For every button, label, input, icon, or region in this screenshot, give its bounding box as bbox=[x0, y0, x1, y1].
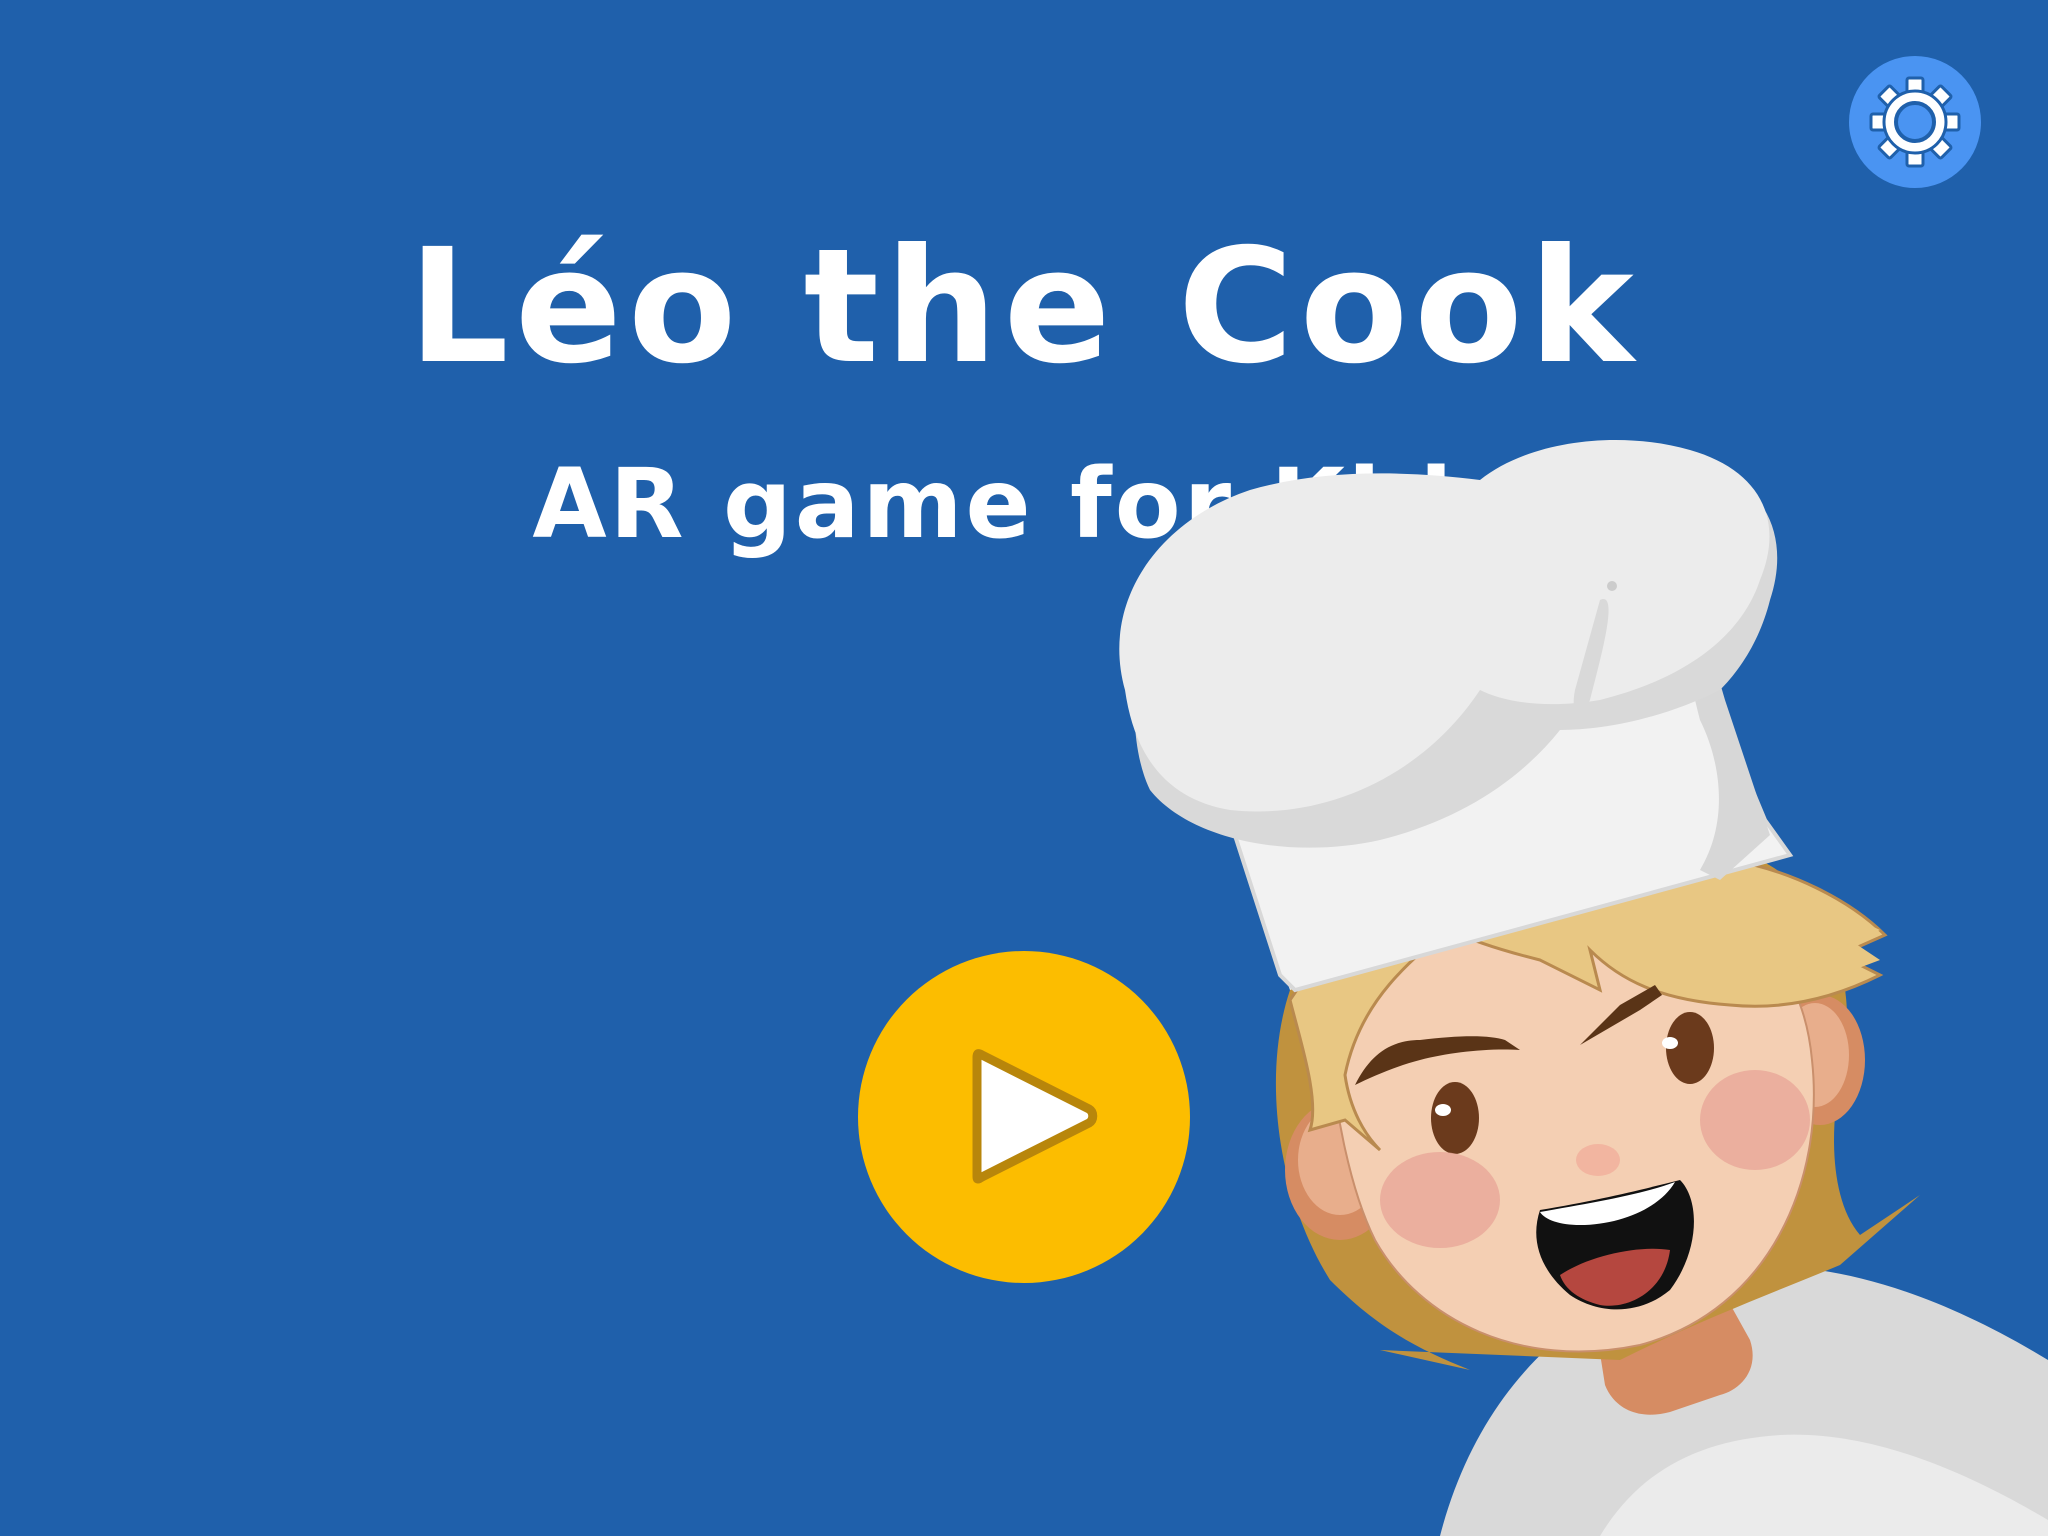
game-title: Léo the Cook bbox=[408, 215, 1640, 399]
start-screen: Léo the Cook AR game for Kids bbox=[0, 0, 2048, 1536]
chef-character bbox=[1119, 440, 2048, 1536]
play-button[interactable] bbox=[858, 951, 1190, 1283]
gear-icon bbox=[1869, 76, 1961, 168]
play-icon bbox=[972, 1049, 1098, 1184]
settings-button[interactable] bbox=[1849, 56, 1981, 188]
